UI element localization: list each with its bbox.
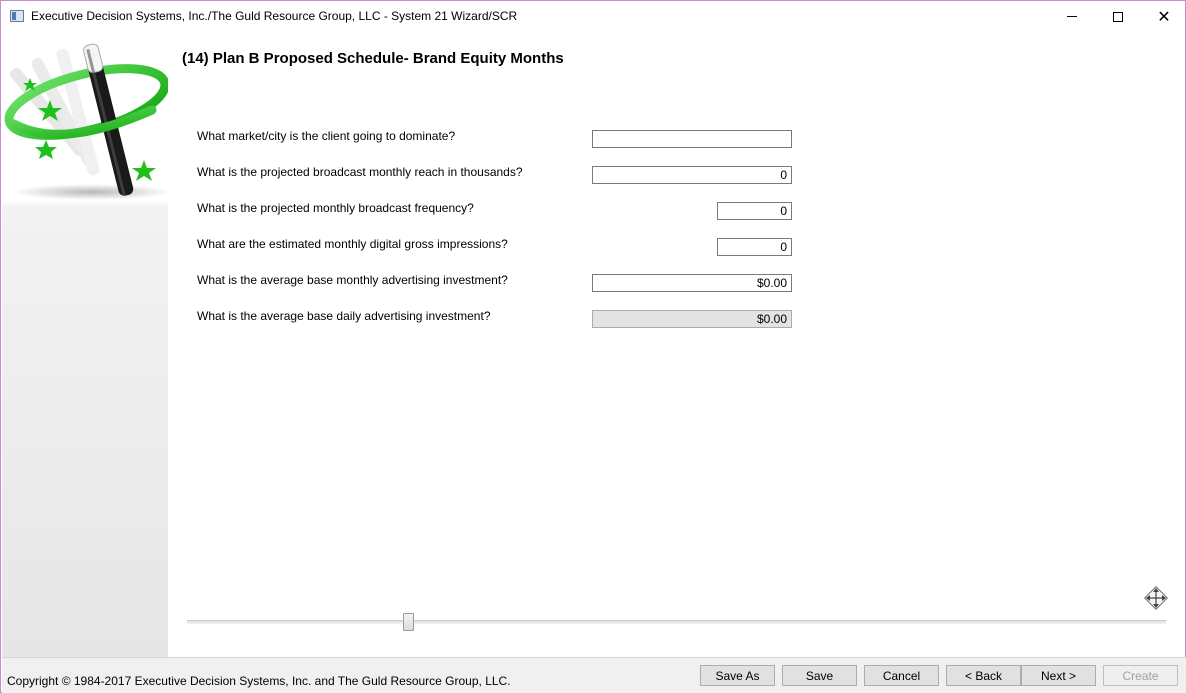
question-broadcast-frequency-label: What is the projected monthly broadcast … [197,201,474,215]
close-icon: ✕ [1157,8,1171,26]
digital-impressions-input[interactable] [717,238,792,256]
maximize-button[interactable] [1095,1,1141,32]
create-button: Create [1103,665,1178,686]
question-monthly-investment-label: What is the average base monthly adverti… [197,273,508,287]
page-title: (14) Plan B Proposed Schedule- Brand Equ… [182,50,564,67]
window-title: Executive Decision Systems, Inc./The Gul… [31,9,518,23]
broadcast-reach-input[interactable] [592,166,792,184]
next-button[interactable]: Next > [1021,665,1096,686]
question-daily-investment-label: What is the average base daily advertisi… [197,309,491,323]
slider-track[interactable] [187,620,1166,624]
cancel-button[interactable]: Cancel [864,665,939,686]
question-digital-impressions-label: What are the estimated monthly digital g… [197,237,508,251]
maximize-icon [1113,11,1123,22]
app-icon [10,10,24,22]
close-button[interactable]: ✕ [1141,1,1186,32]
question-broadcast-reach-label: What is the projected broadcast monthly … [197,165,523,179]
save-as-button[interactable]: Save As [700,665,775,686]
save-button[interactable]: Save [782,665,857,686]
minimize-icon [1067,16,1077,17]
broadcast-frequency-input[interactable] [717,202,792,220]
move-arrows-icon[interactable] [1140,582,1172,614]
wizard-side-panel [2,32,168,657]
question-market-city-label: What market/city is the client going to … [197,129,456,143]
monthly-investment-input[interactable] [592,274,792,292]
magic-wand-logo [4,43,168,200]
title-bar: Executive Decision Systems, Inc./The Gul… [1,1,1185,32]
copyright-text: Copyright © 1984-2017 Executive Decision… [7,674,511,688]
daily-investment-field [592,310,792,328]
minimize-button[interactable] [1049,1,1095,32]
app-window: Executive Decision Systems, Inc./The Gul… [0,0,1186,693]
back-button[interactable]: < Back [946,665,1021,686]
market-city-input[interactable] [592,130,792,148]
slider-thumb[interactable] [403,613,414,631]
